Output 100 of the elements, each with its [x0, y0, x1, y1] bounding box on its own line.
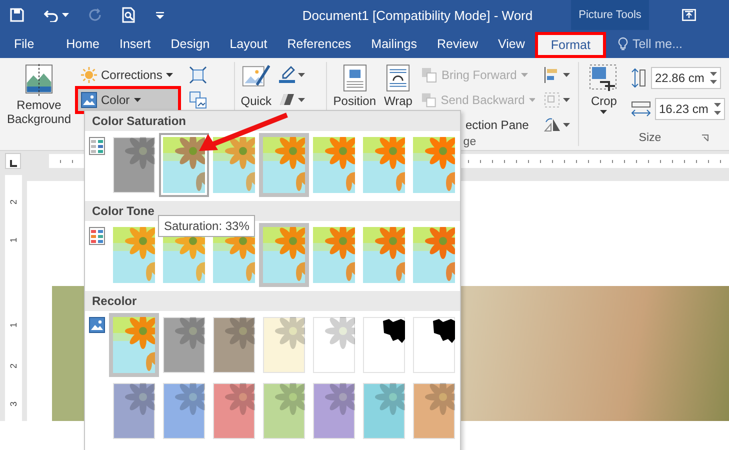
picture-icon [89, 317, 105, 333]
group-label: Size [638, 132, 662, 144]
flower-thumbnail [263, 317, 305, 373]
ribbon-tab[interactable]: Design [160, 30, 220, 58]
align-button[interactable] [542, 64, 572, 86]
section-header: Color Saturation [85, 111, 460, 131]
flower-thumbnail [113, 317, 155, 373]
caret-icon [298, 73, 306, 77]
customize-icon [156, 12, 164, 18]
ruler-number: 1 [8, 322, 18, 328]
flower-thumbnail [413, 317, 455, 373]
flower-thumbnail [413, 137, 455, 193]
ribbon-tab[interactable]: Insert [110, 30, 161, 58]
caret-icon [600, 110, 608, 114]
tone-icon [89, 227, 105, 245]
ribbon-tab[interactable]: References [277, 30, 362, 58]
width-icon [630, 101, 651, 117]
wrap-text-button[interactable]: Wrap [382, 62, 414, 108]
caret-icon [563, 98, 570, 102]
remove-background-button[interactable]: Remove Background [4, 62, 74, 127]
ribbon-tab[interactable]: Review [427, 30, 488, 58]
tooltip: Saturation: 33% [158, 215, 256, 237]
ribbon-tab[interactable]: Format [534, 32, 606, 58]
dialog-launcher-icon[interactable] [701, 134, 710, 142]
ribbon-tab[interactable]: File [0, 30, 56, 58]
flower-thumbnail [213, 137, 255, 193]
flower-thumbnail [113, 227, 155, 283]
flower-thumbnail [363, 137, 405, 193]
spin-down-icon [710, 80, 717, 84]
layers-icon [421, 67, 438, 83]
window-title: Document1 [Compatibility Mode] - Word [301, 8, 534, 22]
ruler-number: 1 [8, 238, 18, 242]
caret-icon [563, 73, 570, 77]
flower-thumbnail [213, 317, 255, 373]
caret-icon [298, 98, 306, 102]
sun-icon [81, 67, 97, 83]
pen-icon [278, 66, 296, 84]
ribbon-tab[interactable]: View [488, 30, 535, 58]
eraser-icon [278, 93, 296, 107]
compress-button[interactable] [188, 64, 208, 86]
caret-icon [520, 73, 528, 77]
position-button[interactable]: Position [331, 62, 378, 108]
ribbon-tab[interactable]: Layout [220, 30, 278, 58]
color-button[interactable]: Color [78, 89, 178, 111]
height-field[interactable]: 22.86 cm [650, 67, 721, 89]
context-label: Picture Tools [571, 0, 649, 30]
selection-pane-button[interactable]: ection Pane [462, 114, 538, 136]
flower-thumbnail [263, 227, 305, 283]
picture-icon [81, 92, 97, 108]
layers-icon [421, 92, 437, 108]
width-field[interactable]: 16.23 cm [654, 98, 725, 120]
ribbon-display-icon[interactable] [682, 9, 696, 21]
ruler-number: 2 [8, 200, 18, 204]
change-picture-button[interactable] [188, 89, 208, 111]
flower-thumbnail [413, 383, 455, 439]
color-option[interactable] [259, 133, 309, 197]
caret-icon [563, 123, 570, 127]
flower-thumbnail [313, 383, 355, 439]
quick-styles-button[interactable]: Quick [238, 62, 274, 108]
spin-up-icon [714, 103, 721, 107]
flower-thumbnail [113, 383, 155, 439]
caret-icon [134, 98, 141, 102]
picture-border-button[interactable] [277, 64, 306, 86]
flower-thumbnail [263, 383, 305, 439]
lightbulb-icon [618, 37, 628, 51]
section-header: Color Tone [85, 201, 460, 221]
color-option[interactable] [259, 223, 309, 287]
height-icon [630, 68, 647, 88]
corrections-button[interactable]: Corrections [78, 64, 178, 86]
color-option[interactable] [109, 313, 159, 377]
flower-thumbnail [313, 227, 355, 283]
remove-background-icon [25, 64, 53, 96]
flower-thumbnail [313, 137, 355, 193]
undo-icon [44, 8, 59, 22]
crop-button[interactable]: Crop [586, 62, 621, 114]
flower-thumbnail [313, 317, 355, 373]
tell-me-field[interactable]: Tell me... [632, 37, 692, 51]
flower-thumbnail [113, 137, 155, 193]
flower-thumbnail [163, 383, 205, 439]
group-label: ge [462, 136, 478, 148]
saturation-icon [89, 137, 105, 155]
wrap-text-icon [386, 64, 410, 92]
flower-thumbnail [363, 383, 405, 439]
caret-icon [62, 13, 69, 17]
rotate-icon [543, 116, 562, 134]
group-icon [543, 91, 562, 109]
compress-icon [189, 66, 207, 84]
crop-icon [588, 64, 619, 92]
flower-thumbnail [363, 317, 405, 373]
color-option[interactable] [159, 133, 209, 197]
ribbon-tab[interactable]: Mailings [361, 30, 428, 58]
ruler-number: 2 [8, 364, 18, 368]
tab-selector-icon[interactable] [5, 153, 21, 169]
ribbon-tab[interactable]: Home [56, 30, 110, 58]
print-preview-icon [122, 7, 136, 23]
caret-icon [528, 98, 536, 102]
flower-thumbnail [163, 317, 205, 373]
section-header: Recolor [85, 291, 460, 311]
flower-thumbnail [363, 227, 405, 283]
position-icon [342, 64, 367, 92]
